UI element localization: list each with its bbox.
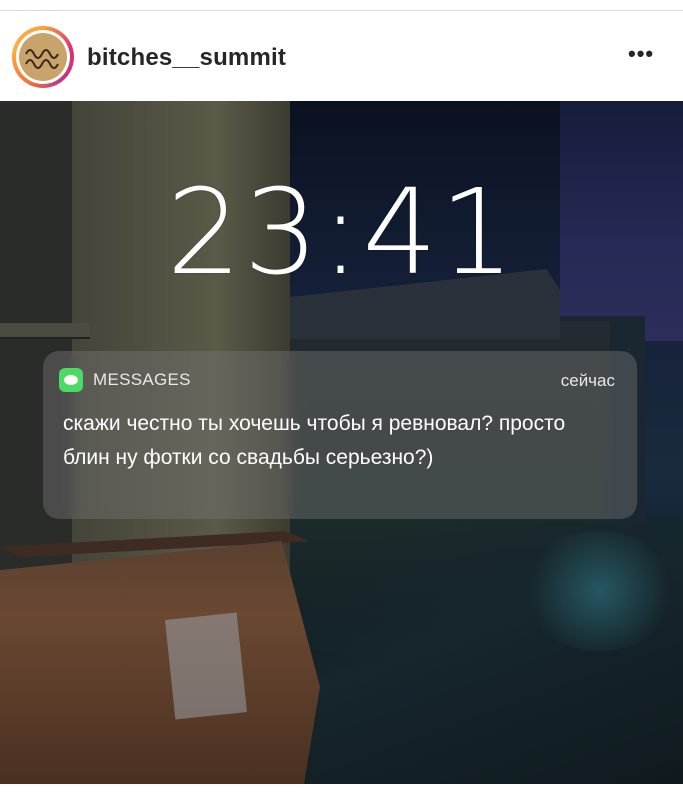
post-username[interactable]: bitches__summit xyxy=(87,44,286,72)
post-photo: 23:41 MESSAGES сейчас скажи честно ты хо… xyxy=(0,101,683,784)
notification-header: MESSAGES xyxy=(59,368,191,392)
avatar[interactable] xyxy=(16,30,70,84)
speech-bubble-icon xyxy=(64,375,78,385)
dumpster xyxy=(0,541,320,784)
lockscreen-clock: 23:41 xyxy=(166,163,517,301)
more-options-icon[interactable]: ••• xyxy=(628,41,654,67)
message-notification[interactable]: MESSAGES сейчас скажи честно ты хочешь ч… xyxy=(43,351,637,519)
notification-time: сейчас xyxy=(560,371,615,390)
messages-app-icon xyxy=(59,368,83,392)
post-header: bitches__summit ••• xyxy=(0,11,683,101)
story-ring[interactable] xyxy=(12,26,74,88)
avatar-logo xyxy=(19,33,67,81)
wall-gutter xyxy=(0,323,90,339)
notification-body: скажи честно ты хочешь чтобы я ревновал?… xyxy=(63,412,566,469)
avatar-lettering-icon xyxy=(25,49,59,69)
notification-app-name: MESSAGES xyxy=(93,370,191,389)
dumpster-sign xyxy=(164,612,248,720)
street-light-glow xyxy=(520,531,680,651)
